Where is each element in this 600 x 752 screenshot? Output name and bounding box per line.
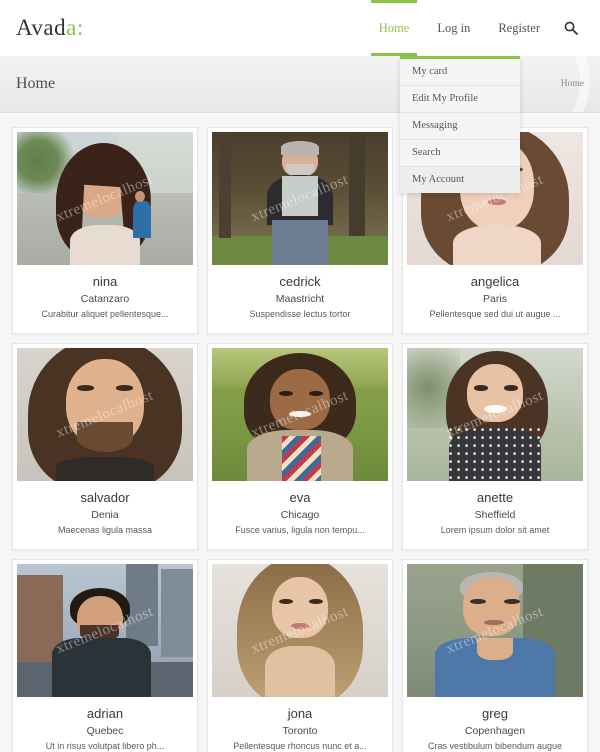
member-name[interactable]: greg: [411, 706, 579, 721]
nav-item-home-label: Home: [378, 21, 410, 35]
member-description: Cras vestibulum bibendum augue: [427, 741, 563, 751]
member-name[interactable]: salvador: [21, 490, 189, 505]
dropdown-item-search[interactable]: Search: [400, 140, 520, 167]
member-card[interactable]: xtremelocalhost jona Toronto Pellentesqu…: [207, 559, 393, 752]
member-info: salvador Denia Maecenas ligula massa: [17, 481, 193, 549]
member-name[interactable]: anette: [411, 490, 579, 505]
member-card[interactable]: xtremelocalhost nina Catanzaro Curabitur…: [12, 127, 198, 334]
member-card[interactable]: xtremelocalhost cedrick Maastricht Suspe…: [207, 127, 393, 334]
member-info: eva Chicago Fusce varius, ligula non tem…: [212, 481, 388, 549]
member-info: greg Copenhagen Cras vestibulum bibendum…: [407, 697, 583, 752]
account-dropdown-menu: My card Edit My Profile Messaging Search…: [400, 56, 520, 193]
member-location: Copenhagen: [464, 725, 526, 737]
member-info: adrian Quebec Ut in risus volutpat liber…: [17, 697, 193, 752]
member-name[interactable]: eva: [216, 490, 384, 505]
member-photo[interactable]: xtremelocalhost: [212, 348, 388, 481]
member-photo[interactable]: xtremelocalhost: [407, 564, 583, 697]
member-location: Sheffield: [474, 509, 516, 521]
member-info: cedrick Maastricht Suspendisse lectus to…: [212, 265, 388, 333]
member-photo[interactable]: xtremelocalhost: [212, 564, 388, 697]
member-description: Pellentesque rhoncus nunc et a...: [233, 741, 367, 751]
dropdown-item-my-account[interactable]: My Account: [400, 167, 520, 193]
member-description: Ut in risus volutpat libero ph...: [45, 741, 165, 751]
dropdown-item-messaging[interactable]: Messaging: [400, 113, 520, 140]
member-photo[interactable]: xtremelocalhost: [17, 132, 193, 265]
member-card[interactable]: xtremelocalhost adrian Quebec Ut in risu…: [12, 559, 198, 752]
members-grid: xtremelocalhost nina Catanzaro Curabitur…: [12, 127, 588, 752]
member-description: Suspendisse lectus tortor: [249, 309, 351, 319]
member-info: jona Toronto Pellentesque rhoncus nunc e…: [212, 697, 388, 752]
logo-text-accent: a: [66, 15, 77, 40]
member-info: nina Catanzaro Curabitur aliquet pellent…: [17, 265, 193, 333]
member-location: Maastricht: [275, 293, 325, 305]
member-photo[interactable]: xtremelocalhost: [17, 348, 193, 481]
member-location: Catanzaro: [80, 293, 130, 305]
member-description: Fusce varius, ligula non tempu...: [235, 525, 365, 535]
site-logo[interactable]: Avada:: [16, 15, 84, 41]
member-description: Lorem ipsum dolor sit amet: [440, 525, 550, 535]
member-info: anette Sheffield Lorem ipsum dolor sit a…: [407, 481, 583, 549]
nav-item-register-label: Register: [498, 21, 540, 35]
logo-text-dark: Avad: [16, 15, 67, 40]
member-card[interactable]: xtremelocalhost salvador Denia Maecenas …: [12, 343, 198, 550]
nav-item-register[interactable]: Register: [484, 0, 554, 56]
breadcrumb[interactable]: Home: [561, 79, 584, 89]
member-name[interactable]: angelica: [411, 274, 579, 289]
member-location: Quebec: [86, 725, 124, 737]
member-description: Maecenas ligula massa: [57, 525, 153, 535]
member-location: Denia: [91, 509, 119, 521]
member-photo[interactable]: xtremelocalhost: [17, 564, 193, 697]
main-navigation: Home Log in Register: [365, 0, 590, 56]
member-location: Chicago: [280, 509, 320, 521]
member-info: angelica Paris Pellentesque sed dui ut a…: [407, 265, 583, 333]
members-section: xtremelocalhost nina Catanzaro Curabitur…: [0, 113, 600, 752]
page-title: Home: [16, 75, 56, 92]
member-photo[interactable]: xtremelocalhost: [212, 132, 388, 265]
dropdown-item-my-card[interactable]: My card: [400, 59, 520, 86]
member-photo[interactable]: xtremelocalhost: [407, 348, 583, 481]
member-name[interactable]: nina: [21, 274, 189, 289]
nav-item-login[interactable]: Log in: [423, 0, 484, 56]
member-location: Toronto: [282, 725, 318, 737]
member-card[interactable]: xtremelocalhost greg Copenhagen Cras ves…: [402, 559, 588, 752]
member-name[interactable]: jona: [216, 706, 384, 721]
member-card[interactable]: xtremelocalhost anette Sheffield Lorem i…: [402, 343, 588, 550]
member-description: Pellentesque sed dui ut augue ...: [429, 309, 561, 319]
site-header: Avada: Home Log in Register My card Edit…: [0, 0, 600, 193]
nav-item-login-label: Log in: [437, 21, 471, 35]
search-icon[interactable]: [554, 0, 590, 56]
member-name[interactable]: cedrick: [216, 274, 384, 289]
member-name[interactable]: adrian: [21, 706, 189, 721]
dropdown-item-edit-my-profile[interactable]: Edit My Profile: [400, 86, 520, 113]
logo-colon: :: [76, 15, 84, 40]
member-location: Paris: [483, 293, 507, 305]
nav-item-home[interactable]: Home: [365, 0, 424, 56]
member-card[interactable]: xtremelocalhost eva Chicago Fusce varius…: [207, 343, 393, 550]
member-description: Curabitur aliquet pellentesque...: [41, 309, 169, 319]
